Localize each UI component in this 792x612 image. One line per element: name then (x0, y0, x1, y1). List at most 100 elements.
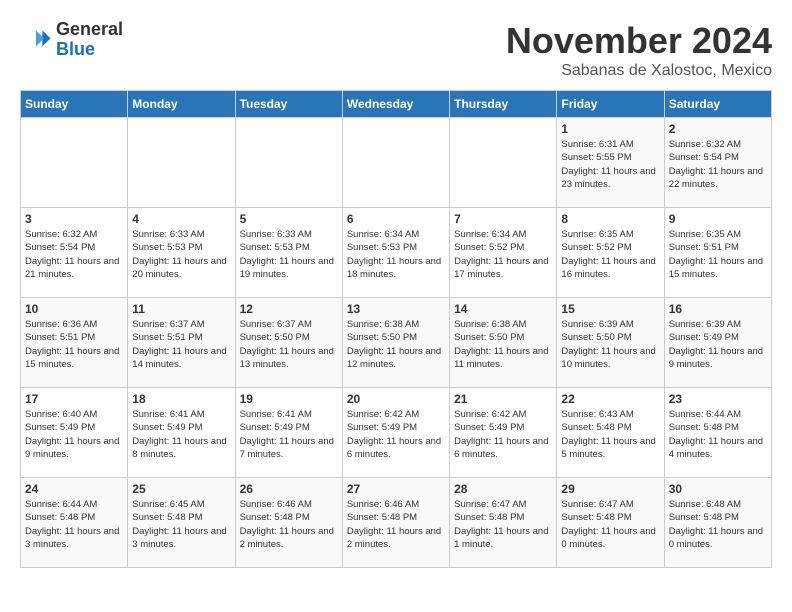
location-subtitle: Sabanas de Xalostoc, Mexico (506, 62, 772, 80)
day-number: 21 (454, 392, 552, 406)
calendar-cell: 25Sunrise: 6:45 AM Sunset: 5:48 PM Dayli… (128, 478, 235, 568)
day-info: Sunrise: 6:42 AM Sunset: 5:49 PM Dayligh… (347, 408, 445, 461)
header: General Blue November 2024 Sabanas de Xa… (20, 20, 772, 80)
day-number: 20 (347, 392, 445, 406)
day-number: 15 (561, 302, 659, 316)
calendar-week-2: 3 Sunrise: 6:32 AM Sunset: 5:54 PM Daylig… (21, 208, 772, 298)
day-info: Sunrise: 6:33 AM Sunset: 5:53 PM Dayligh… (240, 228, 338, 281)
calendar-cell: 8 Sunrise: 6:35 AM Sunset: 5:52 PM Daylig… (557, 208, 664, 298)
day-info: Sunrise: 6:44 AM Sunset: 5:48 PM Dayligh… (25, 498, 123, 551)
calendar-cell: 9Sunrise: 6:35 AM Sunset: 5:51 PM Daylig… (664, 208, 771, 298)
day-number: 18 (132, 392, 230, 406)
calendar-cell (21, 118, 128, 208)
day-number: 28 (454, 482, 552, 496)
day-number: 10 (25, 302, 123, 316)
day-number: 2 (669, 122, 767, 136)
day-number: 14 (454, 302, 552, 316)
calendar-cell: 6Sunrise: 6:34 AM Sunset: 5:53 PM Daylig… (342, 208, 449, 298)
calendar-cell: 17 Sunrise: 6:40 AM Sunset: 5:49 PM Dayli… (21, 388, 128, 478)
logo-text: General Blue (56, 20, 123, 60)
calendar-cell: 21 Sunrise: 6:42 AM Sunset: 5:49 PM Dayli… (450, 388, 557, 478)
day-info: Sunrise: 6:39 AM Sunset: 5:49 PM Dayligh… (669, 318, 767, 371)
day-number: 3 (25, 212, 123, 226)
day-number: 1 (561, 122, 659, 136)
day-number: 7 (454, 212, 552, 226)
calendar-cell: 13 Sunrise: 6:38 AM Sunset: 5:50 PM Dayli… (342, 298, 449, 388)
day-number: 17 (25, 392, 123, 406)
calendar-cell (235, 118, 342, 208)
calendar-cell: 27 Sunrise: 6:46 AM Sunset: 5:48 PM Dayli… (342, 478, 449, 568)
day-number: 23 (669, 392, 767, 406)
day-info: Sunrise: 6:35 AM Sunset: 5:51 PM Dayligh… (669, 228, 767, 281)
day-number: 13 (347, 302, 445, 316)
day-info: Sunrise: 6:48 AM Sunset: 5:48 PM Dayligh… (669, 498, 767, 551)
calendar-cell: 11 Sunrise: 6:37 AM Sunset: 5:51 PM Dayli… (128, 298, 235, 388)
day-info: Sunrise: 6:33 AM Sunset: 5:53 PM Dayligh… (132, 228, 230, 281)
calendar-cell (450, 118, 557, 208)
day-info: Sunrise: 6:34 AM Sunset: 5:52 PM Dayligh… (454, 228, 552, 281)
calendar-cell: 2 Sunrise: 6:32 AM Sunset: 5:54 PM Daylig… (664, 118, 771, 208)
day-info: Sunrise: 6:41 AM Sunset: 5:49 PM Dayligh… (240, 408, 338, 461)
calendar-cell: 1Sunrise: 6:31 AM Sunset: 5:55 PM Daylig… (557, 118, 664, 208)
logo-icon (20, 24, 52, 56)
calendar-cell: 7 Sunrise: 6:34 AM Sunset: 5:52 PM Daylig… (450, 208, 557, 298)
calendar-cell (342, 118, 449, 208)
weekday-header-tuesday: Tuesday (235, 91, 342, 118)
day-info: Sunrise: 6:45 AM Sunset: 5:48 PM Dayligh… (132, 498, 230, 551)
calendar-cell: 14 Sunrise: 6:38 AM Sunset: 5:50 PM Dayli… (450, 298, 557, 388)
day-info: Sunrise: 6:46 AM Sunset: 5:48 PM Dayligh… (347, 498, 445, 551)
calendar-header: SundayMondayTuesdayWednesdayThursdayFrid… (21, 91, 772, 118)
calendar-cell (128, 118, 235, 208)
logo: General Blue (20, 20, 123, 60)
day-info: Sunrise: 6:46 AM Sunset: 5:48 PM Dayligh… (240, 498, 338, 551)
day-info: Sunrise: 6:32 AM Sunset: 5:54 PM Dayligh… (669, 138, 767, 191)
day-info: Sunrise: 6:43 AM Sunset: 5:48 PM Dayligh… (561, 408, 659, 461)
weekday-header-thursday: Thursday (450, 91, 557, 118)
calendar-week-1: 1Sunrise: 6:31 AM Sunset: 5:55 PM Daylig… (21, 118, 772, 208)
day-info: Sunrise: 6:35 AM Sunset: 5:52 PM Dayligh… (561, 228, 659, 281)
day-info: Sunrise: 6:44 AM Sunset: 5:48 PM Dayligh… (669, 408, 767, 461)
weekday-header-wednesday: Wednesday (342, 91, 449, 118)
day-number: 11 (132, 302, 230, 316)
day-number: 26 (240, 482, 338, 496)
day-number: 27 (347, 482, 445, 496)
calendar-cell: 26 Sunrise: 6:46 AM Sunset: 5:48 PM Dayli… (235, 478, 342, 568)
weekday-header-saturday: Saturday (664, 91, 771, 118)
calendar-cell: 16Sunrise: 6:39 AM Sunset: 5:49 PM Dayli… (664, 298, 771, 388)
day-info: Sunrise: 6:34 AM Sunset: 5:53 PM Dayligh… (347, 228, 445, 281)
weekday-header-friday: Friday (557, 91, 664, 118)
day-number: 29 (561, 482, 659, 496)
calendar-cell: 5Sunrise: 6:33 AM Sunset: 5:53 PM Daylig… (235, 208, 342, 298)
day-info: Sunrise: 6:42 AM Sunset: 5:49 PM Dayligh… (454, 408, 552, 461)
day-number: 4 (132, 212, 230, 226)
day-info: Sunrise: 6:36 AM Sunset: 5:51 PM Dayligh… (25, 318, 123, 371)
day-info: Sunrise: 6:38 AM Sunset: 5:50 PM Dayligh… (347, 318, 445, 371)
day-info: Sunrise: 6:40 AM Sunset: 5:49 PM Dayligh… (25, 408, 123, 461)
calendar-cell: 30 Sunrise: 6:48 AM Sunset: 5:48 PM Dayli… (664, 478, 771, 568)
day-number: 8 (561, 212, 659, 226)
month-title: November 2024 (506, 20, 772, 62)
calendar-cell: 29 Sunrise: 6:47 AM Sunset: 5:48 PM Dayli… (557, 478, 664, 568)
calendar-cell: 3 Sunrise: 6:32 AM Sunset: 5:54 PM Daylig… (21, 208, 128, 298)
day-info: Sunrise: 6:47 AM Sunset: 5:48 PM Dayligh… (561, 498, 659, 551)
day-info: Sunrise: 6:37 AM Sunset: 5:51 PM Dayligh… (132, 318, 230, 371)
calendar-cell: 4 Sunrise: 6:33 AM Sunset: 5:53 PM Daylig… (128, 208, 235, 298)
day-number: 12 (240, 302, 338, 316)
calendar-cell: 20 Sunrise: 6:42 AM Sunset: 5:49 PM Dayli… (342, 388, 449, 478)
calendar-cell: 19Sunrise: 6:41 AM Sunset: 5:49 PM Dayli… (235, 388, 342, 478)
day-info: Sunrise: 6:32 AM Sunset: 5:54 PM Dayligh… (25, 228, 123, 281)
calendar-cell: 10 Sunrise: 6:36 AM Sunset: 5:51 PM Dayli… (21, 298, 128, 388)
day-info: Sunrise: 6:38 AM Sunset: 5:50 PM Dayligh… (454, 318, 552, 371)
calendar-cell: 28 Sunrise: 6:47 AM Sunset: 5:48 PM Dayli… (450, 478, 557, 568)
day-info: Sunrise: 6:39 AM Sunset: 5:50 PM Dayligh… (561, 318, 659, 371)
calendar-week-5: 24Sunrise: 6:44 AM Sunset: 5:48 PM Dayli… (21, 478, 772, 568)
calendar-cell: 15 Sunrise: 6:39 AM Sunset: 5:50 PM Dayli… (557, 298, 664, 388)
title-area: November 2024 Sabanas de Xalostoc, Mexic… (506, 20, 772, 80)
weekday-header-sunday: Sunday (21, 91, 128, 118)
calendar-cell: 18Sunrise: 6:41 AM Sunset: 5:49 PM Dayli… (128, 388, 235, 478)
day-info: Sunrise: 6:47 AM Sunset: 5:48 PM Dayligh… (454, 498, 552, 551)
calendar-cell: 24Sunrise: 6:44 AM Sunset: 5:48 PM Dayli… (21, 478, 128, 568)
day-number: 30 (669, 482, 767, 496)
calendar-cell: 12Sunrise: 6:37 AM Sunset: 5:50 PM Dayli… (235, 298, 342, 388)
weekday-row: SundayMondayTuesdayWednesdayThursdayFrid… (21, 91, 772, 118)
